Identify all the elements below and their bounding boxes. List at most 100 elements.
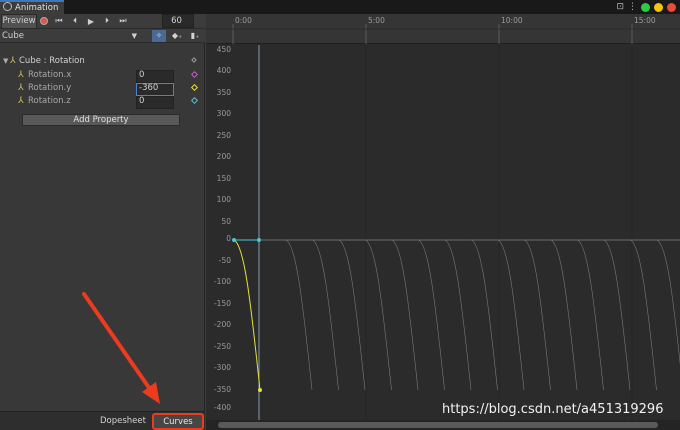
axis-label: 0 — [226, 234, 231, 243]
frame-input[interactable]: 60 — [162, 14, 194, 28]
lock-icon[interactable]: ⊡ — [616, 2, 624, 12]
minimize-button[interactable] — [654, 2, 663, 12]
skip-to-end-icon: ⏭ — [119, 16, 127, 25]
window-tab-bar: Animation ⊡ ⋮ — [0, 0, 680, 14]
value-axis: 450 400 350 300 250 200 150 100 50 0 -50… — [206, 45, 234, 420]
add-property-button[interactable]: Add Property — [22, 114, 180, 126]
looped-curve-segment — [365, 239, 392, 391]
filter-by-selection-button[interactable]: ✧ — [152, 30, 166, 42]
property-row-rotation-z[interactable]: ⅄ Rotation.z 0 — [0, 95, 205, 109]
rotation-axis-icon: ⅄ — [18, 83, 24, 93]
horizontal-scrollbar[interactable] — [206, 420, 680, 430]
keyframe-diamond-icon[interactable] — [190, 96, 199, 105]
previous-key-icon: ⏴ — [73, 16, 77, 25]
axis-label: -250 — [213, 342, 231, 351]
looped-curve-segment — [391, 239, 419, 391]
clip-name: Cube — [2, 31, 24, 41]
group-keyframe-icon — [191, 57, 197, 63]
looped-curve-segment — [285, 239, 313, 391]
preview-button[interactable]: Preview — [1, 13, 37, 29]
looped-curve-segment — [444, 239, 472, 391]
looped-curve-segment — [550, 239, 578, 391]
property-group-label: Cube : Rotation — [19, 56, 85, 66]
maximize-button[interactable] — [641, 2, 650, 12]
keyframe-point[interactable] — [257, 238, 261, 242]
previous-key-button[interactable]: ⏴ — [67, 15, 83, 28]
looped-curve-segment — [656, 239, 680, 365]
annotation-arrow-icon — [82, 292, 160, 404]
curve-editor[interactable]: 0:00 5:00 10:00 15:00 450 400 350 300 25… — [206, 14, 680, 430]
axis-label: -300 — [213, 363, 231, 372]
next-key-button[interactable]: ⏵ — [99, 15, 115, 28]
next-key-icon: ⏵ — [105, 16, 109, 25]
curve-graph[interactable] — [206, 45, 680, 420]
scrollbar-thumb[interactable] — [218, 422, 658, 428]
axis-label: -350 — [213, 385, 231, 394]
axis-label: 350 — [216, 88, 231, 97]
tab-title: Animation — [15, 3, 59, 13]
looped-curve-preview — [285, 239, 680, 391]
rotation-axis-icon: ⅄ — [10, 56, 16, 66]
axis-label: -50 — [218, 256, 231, 265]
add-event-icon: ▮₊ — [190, 31, 200, 40]
time-tick-label: 5:00 — [368, 16, 385, 25]
looped-curve-segment — [497, 239, 525, 391]
foldout-arrow-icon[interactable]: ▼ — [3, 55, 8, 67]
rotation-z-value-input[interactable]: 0 — [136, 96, 174, 109]
property-row-rotation-x[interactable]: ⅄ Rotation.x 0 — [0, 69, 205, 83]
looped-curve-segment — [577, 239, 604, 391]
axis-label: 200 — [216, 152, 231, 161]
property-label: Rotation.y — [28, 83, 72, 93]
play-icon: ▶ — [87, 16, 95, 26]
timeline-ruler[interactable]: 0:00 5:00 10:00 15:00 — [206, 14, 680, 44]
keyframe-diamond-icon[interactable] — [190, 83, 199, 92]
axis-label: 450 — [216, 45, 231, 54]
clip-dropdown[interactable]: Cube ▼ — [0, 30, 140, 42]
property-label: Rotation.z — [28, 96, 71, 106]
watermark: https://blog.csdn.net/a451319296 — [442, 402, 664, 417]
rotation-y-curve[interactable] — [233, 239, 261, 391]
add-event-button[interactable]: ▮₊ — [188, 30, 202, 42]
skip-to-start-icon: ⏮ — [55, 16, 63, 25]
view-mode-tabs: Dopesheet Curves — [0, 411, 205, 430]
play-button[interactable]: ▶ — [83, 15, 99, 28]
animation-window-tab[interactable]: Animation — [0, 0, 64, 14]
chevron-down-icon: ▼ — [131, 32, 137, 40]
tab-dopesheet[interactable]: Dopesheet — [96, 414, 150, 429]
close-button[interactable] — [667, 2, 676, 12]
playback-toolbar: Preview ⏮ ⏴ ▶ ⏵ ⏭ 60 — [0, 13, 205, 29]
looped-curve-segment — [471, 239, 498, 391]
add-keyframe-button[interactable]: ◆₊ — [170, 30, 184, 42]
axis-label: 100 — [216, 195, 231, 204]
axis-label: -200 — [213, 320, 231, 329]
property-group-cube-rotation[interactable]: ▼ ⅄ Cube : Rotation — [0, 55, 205, 67]
looped-curve-segment — [524, 239, 551, 391]
first-key-button[interactable]: ⏮ — [51, 15, 67, 28]
rotation-axis-icon: ⅄ — [18, 96, 24, 106]
axis-label: 300 — [216, 109, 231, 118]
looped-curve-segment — [338, 239, 366, 391]
window-controls: ⊡ ⋮ — [616, 2, 676, 12]
record-button[interactable] — [37, 15, 51, 28]
axis-label: 250 — [216, 131, 231, 140]
time-tick-label: 15:00 — [634, 16, 656, 25]
keyframe-point[interactable] — [258, 388, 262, 392]
looped-curve-segment — [630, 239, 657, 391]
ruler-ticks — [206, 24, 680, 44]
hierarchy-panel: Preview ⏮ ⏴ ▶ ⏵ ⏭ 60 Cube ▼ ✧ ◆₊ ▮₊ ▼ ⅄ … — [0, 13, 205, 430]
looped-curve-segment — [312, 239, 339, 391]
keyframe-diamond-icon[interactable] — [190, 70, 199, 79]
last-key-button[interactable]: ⏭ — [115, 15, 131, 28]
property-row-rotation-y[interactable]: ⅄ Rotation.y -360 — [0, 82, 205, 96]
looped-curve-segment — [418, 239, 445, 391]
axis-label: 400 — [216, 66, 231, 75]
looped-curve-segment — [603, 239, 631, 391]
clock-icon — [3, 2, 12, 11]
tab-curves[interactable]: Curves — [152, 413, 204, 430]
axis-label: -100 — [213, 277, 231, 286]
axis-label: -400 — [213, 403, 231, 412]
axis-label: 50 — [221, 217, 231, 226]
axis-label: 150 — [216, 174, 231, 183]
add-keyframe-icon: ◆₊ — [171, 31, 183, 40]
more-options-icon[interactable]: ⋮ — [628, 2, 637, 12]
